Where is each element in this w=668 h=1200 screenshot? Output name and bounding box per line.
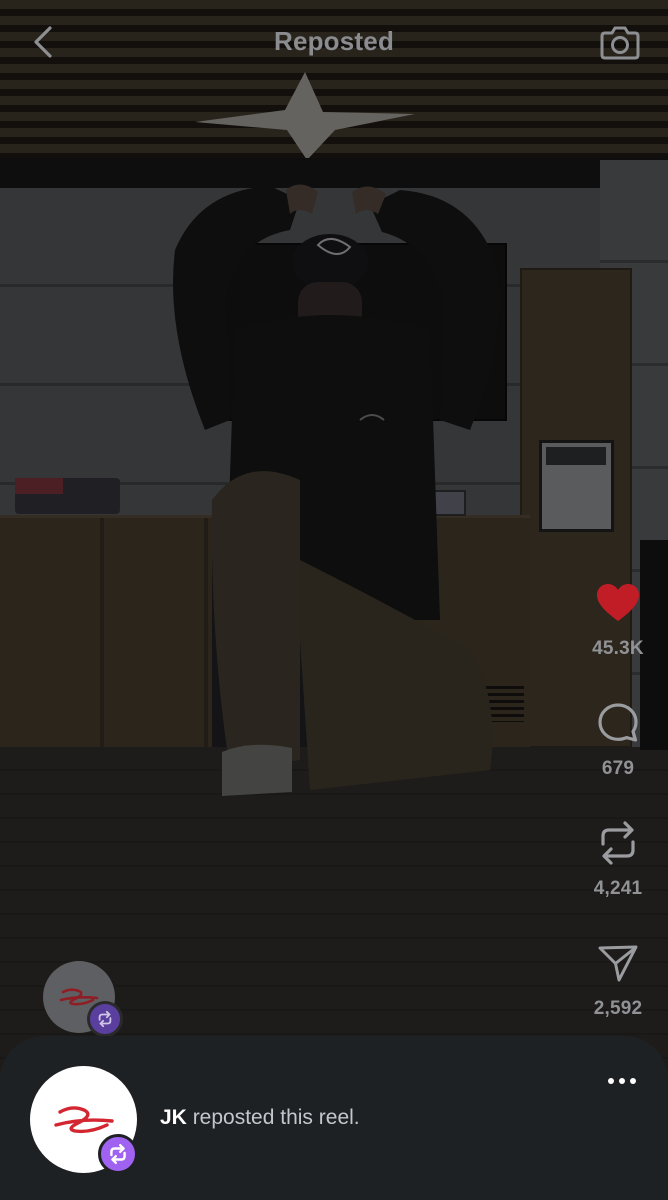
comment-bubble-icon xyxy=(598,703,638,742)
top-bar: Reposted xyxy=(0,0,668,86)
repost-message: JK reposted this reel. xyxy=(160,1106,360,1130)
like-button[interactable] xyxy=(593,578,643,628)
repost-action: 4,241 xyxy=(580,818,656,900)
repost-badge-small xyxy=(87,1001,123,1037)
repost-button[interactable] xyxy=(593,818,643,868)
signature-logo-icon xyxy=(53,1105,114,1133)
comment-button[interactable] xyxy=(593,698,643,748)
more-dot-icon xyxy=(619,1078,625,1084)
like-count: 45.3K xyxy=(592,638,644,659)
comment-action: 679 xyxy=(580,698,656,780)
repost-badge xyxy=(98,1134,138,1174)
repost-arrows-icon xyxy=(110,1143,126,1165)
page-title: Reposted xyxy=(273,26,395,56)
heart-icon xyxy=(597,584,639,621)
send-paper-plane-icon xyxy=(598,945,638,982)
more-dot-icon xyxy=(630,1078,636,1084)
share-count: 2,592 xyxy=(593,998,643,1019)
repost-arrows-icon xyxy=(98,1010,112,1028)
share-button[interactable] xyxy=(593,938,643,988)
camera-icon xyxy=(600,26,640,60)
repost-arrows-icon xyxy=(601,821,635,865)
like-action: 45.3K xyxy=(580,578,656,660)
repost-message-text: reposted this reel. xyxy=(186,1106,360,1129)
camera-button[interactable] xyxy=(596,20,644,64)
share-action: 2,592 xyxy=(580,938,656,1020)
repost-count: 4,241 xyxy=(593,878,643,899)
more-options-button[interactable] xyxy=(600,1066,644,1096)
comment-count: 679 xyxy=(601,758,635,779)
more-dot-icon xyxy=(608,1078,614,1084)
reposter-username[interactable]: JK xyxy=(160,1106,187,1129)
